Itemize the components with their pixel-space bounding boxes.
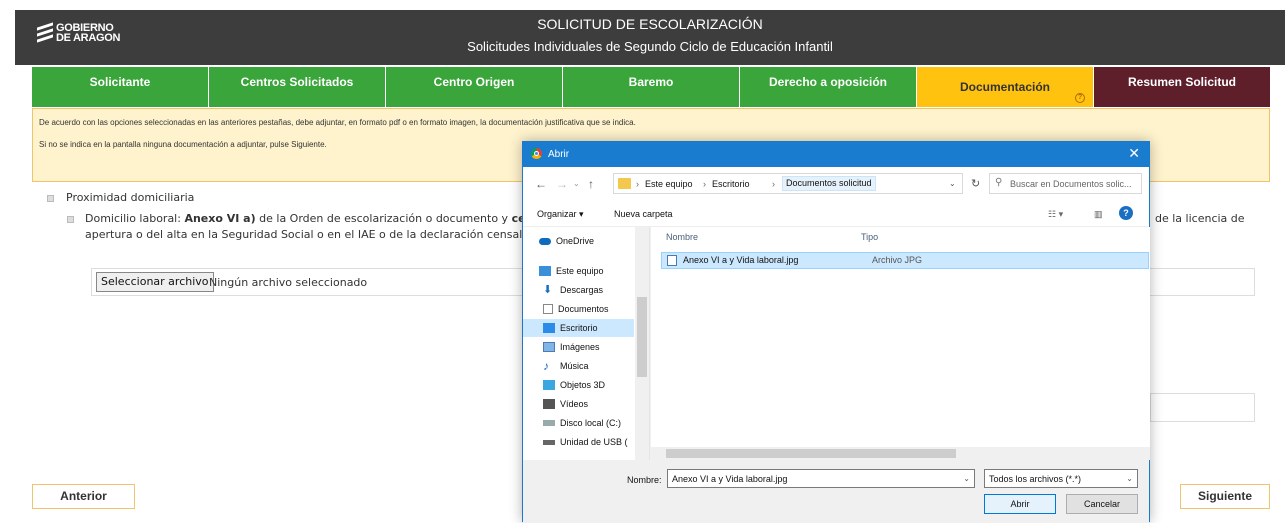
dialog-title: Abrir (548, 149, 570, 160)
item-description-line2: apertura o del alta en la Seguridad Soci… (85, 228, 525, 241)
help-icon[interactable]: ? (1119, 206, 1133, 220)
tab-documentacion[interactable]: Documentación ? (917, 67, 1094, 107)
dialog-titlebar[interactable]: Abrir ✕ (523, 142, 1149, 167)
nav-documentos[interactable]: Documentos (543, 300, 609, 318)
select-file-button[interactable]: Seleccionar archivo (96, 272, 214, 292)
nav-scrollbar-thumb[interactable] (637, 297, 647, 377)
breadcrumb-este-equipo[interactable]: Este equipo (645, 179, 693, 189)
address-dropdown-icon[interactable]: ⌄ (949, 179, 956, 188)
breadcrumb-escritorio[interactable]: Escritorio (712, 179, 750, 189)
download-icon: ⬇ (543, 284, 553, 296)
item-description-right: de la licencia de (1155, 212, 1245, 225)
nav-scrollbar[interactable] (635, 227, 649, 460)
column-name[interactable]: Nombre (666, 232, 698, 242)
new-folder-button[interactable]: Nueva carpeta (614, 209, 673, 219)
file-status: Ningún archivo seleccionado (209, 276, 368, 289)
usb-icon (543, 439, 555, 445)
file-name: Anexo VI a y Vida laboral.jpg (683, 255, 799, 265)
next-button[interactable]: Siguiente (1180, 484, 1270, 509)
dialog-footer: Nombre: Anexo VI a y Vida laboral.jpg ⌄ … (523, 460, 1149, 523)
filename-label: Nombre: (627, 475, 662, 485)
search-input[interactable]: ⚲ Buscar en Documentos solic... (989, 173, 1142, 194)
preview-pane-icon[interactable]: ▥ (1094, 209, 1103, 220)
filename-input[interactable]: Anexo VI a y Vida laboral.jpg ⌄ (667, 469, 975, 488)
nav-este-equipo[interactable]: Este equipo (539, 262, 604, 280)
nav-disco-local[interactable]: Disco local (C:) (543, 414, 621, 432)
document-icon (543, 304, 553, 314)
nav-musica[interactable]: ♪ Música (543, 357, 589, 375)
item-description: Domicilio laboral: Anexo VI a) de la Ord… (85, 212, 525, 225)
info-line2: Si no se indica en la pantalla ninguna d… (39, 140, 327, 149)
cancel-button[interactable]: Cancelar (1066, 494, 1138, 514)
address-bar[interactable]: › Este equipo › Escritorio › Documentos … (613, 173, 963, 194)
empty-field (1150, 393, 1255, 422)
drive-icon (543, 420, 555, 426)
back-arrow-icon[interactable]: ← (535, 177, 547, 191)
up-arrow-icon[interactable]: ↑ (588, 177, 594, 191)
tab-baremo[interactable]: Baremo (563, 67, 740, 107)
info-line1: De acuerdo con las opciones seleccionada… (39, 118, 636, 127)
dialog-toolbar: Organizar ▾ Nueva carpeta ☷ ▾ ▥ ? (523, 201, 1149, 227)
tab-centro-origen[interactable]: Centro Origen (386, 67, 563, 107)
navigation-pane: OneDrive Este equipo ⬇ Descargas Documen… (523, 227, 650, 460)
file-list: Nombre Tipo Anexo VI a y Vida laboral.jp… (651, 227, 1150, 447)
video-icon (543, 399, 555, 409)
image-icon (543, 342, 555, 352)
desktop-icon (543, 323, 555, 333)
nav-onedrive[interactable]: OneDrive (539, 232, 594, 250)
section-checkbox (47, 195, 54, 202)
step-tabs: Solicitante Centros Solicitados Centro O… (32, 67, 1270, 107)
view-options-icon[interactable]: ☷ ▾ (1048, 209, 1063, 220)
organize-button[interactable]: Organizar ▾ (537, 209, 584, 220)
music-icon: ♪ (543, 359, 549, 373)
file-type-select[interactable]: Todos los archivos (*.*) ⌄ (984, 469, 1138, 488)
computer-icon (539, 266, 551, 276)
app-header: GOBIERNO DE ARAGON SOLICITUD DE ESCOLARI… (15, 10, 1285, 65)
cloud-icon (539, 237, 551, 245)
nav-usb[interactable]: Unidad de USB ( (543, 433, 628, 451)
nav-descargas[interactable]: ⬇ Descargas (543, 281, 603, 299)
chevron-down-icon: ⌄ (1126, 474, 1133, 483)
section-label: Proximidad domiciliaria (66, 191, 195, 204)
close-icon[interactable]: ✕ (1128, 146, 1140, 160)
nav-escritorio[interactable]: Escritorio (523, 319, 634, 337)
item-checkbox (67, 216, 74, 223)
refresh-icon[interactable]: ↻ (971, 177, 980, 190)
file-list-scrollbar-thumb[interactable] (666, 449, 956, 458)
help-icon[interactable]: ? (1075, 93, 1085, 103)
address-row: ← → ⌄ ↑ › Este equipo › Escritorio › Doc… (523, 167, 1149, 201)
cube-icon (543, 380, 555, 390)
page-subtitle: Solicitudes Individuales de Segundo Cicl… (467, 39, 833, 54)
open-button[interactable]: Abrir (984, 494, 1056, 514)
forward-arrow-icon[interactable]: → (556, 177, 568, 191)
recent-chevron-icon[interactable]: ⌄ (573, 179, 580, 188)
breadcrumb-documentos-solicitud[interactable]: Documentos solicitud (782, 176, 876, 191)
chevron-down-icon[interactable]: ⌄ (963, 474, 970, 483)
nav-objetos-3d[interactable]: Objetos 3D (543, 376, 605, 394)
tab-derecho-oposicion[interactable]: Derecho a oposición (740, 67, 917, 107)
search-icon: ⚲ (995, 177, 1003, 188)
page-title: SOLICITUD DE ESCOLARIZACIÓN (537, 16, 763, 32)
file-type: Archivo JPG (872, 255, 923, 265)
search-placeholder: Buscar en Documentos solic... (1010, 179, 1132, 189)
nav-imagenes[interactable]: Imágenes (543, 338, 600, 356)
chrome-icon (531, 148, 542, 159)
column-type[interactable]: Tipo (861, 232, 878, 242)
prev-button[interactable]: Anterior (32, 484, 135, 509)
tab-resumen-solicitud[interactable]: Resumen Solicitud (1094, 67, 1270, 107)
folder-icon (618, 178, 631, 189)
tab-centros-solicitados[interactable]: Centros Solicitados (209, 67, 386, 107)
file-list-scrollbar[interactable] (651, 447, 1150, 460)
file-row[interactable]: Anexo VI a y Vida laboral.jpg Archivo JP… (661, 252, 1149, 269)
nav-videos[interactable]: Vídeos (543, 395, 588, 413)
open-file-dialog: Abrir ✕ ← → ⌄ ↑ › Este equipo › Escritor… (522, 141, 1150, 523)
jpg-file-icon (667, 255, 677, 266)
tab-solicitante[interactable]: Solicitante (32, 67, 209, 107)
tab-documentacion-label: Documentación (959, 80, 1050, 94)
